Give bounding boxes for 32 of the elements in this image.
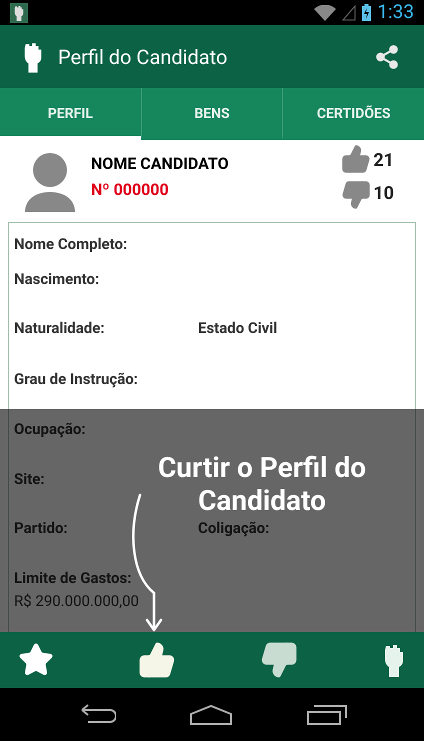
field-label: Site: <box>14 470 45 488</box>
favorite-button[interactable] <box>18 642 54 678</box>
candidate-name: NOME CANDIDATO <box>91 153 229 175</box>
field-label: Partido: <box>14 518 69 539</box>
home-button[interactable] <box>188 704 233 726</box>
wifi-icon <box>314 4 336 20</box>
thumbs-down-icon <box>341 180 372 210</box>
field-label: Grau de Instrução: <box>14 370 138 388</box>
signal-icon <box>342 4 356 20</box>
clock-time: 1:33 <box>377 0 414 26</box>
recent-apps-button[interactable] <box>306 704 348 726</box>
candidate-number: Nº 000000 <box>91 179 170 201</box>
field-label: Ocupação: <box>14 420 86 438</box>
tab[interactable]: BENS <box>140 88 282 140</box>
field-label: Nascimento: <box>14 270 100 288</box>
coach-text: Curtir o Perfil do Candidato <box>156 451 368 517</box>
field-label: Nome Completo: <box>14 235 128 253</box>
tab[interactable]: PERFIL <box>0 88 141 140</box>
like-button[interactable] <box>138 641 176 679</box>
dislike-button[interactable] <box>260 641 298 679</box>
field-label: Naturalidade: <box>14 318 106 339</box>
likes-count: 21 <box>373 149 394 173</box>
field-label: Coligação: <box>198 518 270 539</box>
tab[interactable]: CERTIDÕES <box>282 88 424 140</box>
battery-icon <box>362 4 372 21</box>
app-title: Perfil do Candidato <box>58 44 228 70</box>
dislikes-count: 10 <box>373 182 394 206</box>
avatar-icon <box>23 150 77 212</box>
thumbs-up-icon <box>341 144 372 174</box>
field-value: R$ 290.000.000,00 <box>14 590 140 612</box>
field-label: Limite de Gastos: <box>14 568 132 589</box>
field-label: Estado Civil <box>198 318 278 339</box>
